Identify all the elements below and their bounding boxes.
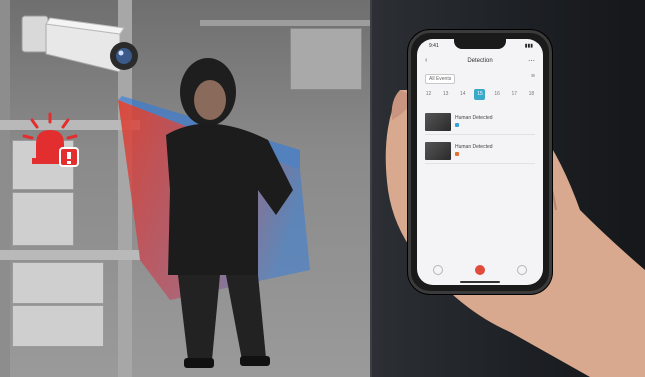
bottom-nav (417, 261, 543, 279)
event-title: Human Detected (455, 144, 493, 150)
event-thumbnail[interactable] (425, 113, 451, 131)
event-row[interactable]: Human Detected (425, 141, 535, 164)
home-indicator (460, 281, 500, 283)
siren-alert-icon (22, 112, 79, 167)
hero-scene: 9:41 ▮▮▮ ‹ Detection ⋯ All Events ≡ 12 1… (0, 0, 645, 377)
date-item[interactable]: 12 (423, 89, 434, 100)
event-thumbnail[interactable] (425, 142, 451, 160)
status-bar: 9:41 ▮▮▮ (417, 39, 543, 53)
date-item[interactable]: 17 (509, 89, 520, 100)
home-nav-icon[interactable] (433, 265, 443, 275)
profile-nav-icon[interactable] (517, 265, 527, 275)
date-strip: 12 13 14 15 16 17 18 (423, 89, 537, 103)
date-item[interactable]: 16 (492, 89, 503, 100)
event-list: Human Detected Human Detected (417, 109, 543, 170)
date-item[interactable]: 14 (457, 89, 468, 100)
date-item[interactable]: 18 (526, 89, 537, 100)
security-camera-icon (21, 15, 138, 73)
date-item[interactable]: 13 (440, 89, 451, 100)
phone-screen: 9:41 ▮▮▮ ‹ Detection ⋯ All Events ≡ 12 1… (417, 39, 543, 285)
event-tag (455, 152, 459, 156)
event-row[interactable]: Human Detected (425, 112, 535, 135)
header-title: Detection (467, 58, 493, 64)
event-tag (455, 123, 459, 127)
filter-menu-icon[interactable]: ≡ (531, 73, 535, 80)
record-nav-icon[interactable] (475, 265, 485, 275)
date-item-selected[interactable]: 15 (474, 89, 486, 100)
smartphone: 9:41 ▮▮▮ ‹ Detection ⋯ All Events ≡ 12 1… (408, 30, 552, 294)
event-title: Human Detected (455, 115, 493, 121)
signal-battery-icon: ▮▮▮ (524, 43, 533, 49)
filter-chip[interactable]: All Events (425, 74, 456, 84)
filter-row: All Events ≡ (425, 73, 535, 84)
intruder-figure (166, 58, 293, 368)
status-time: 9:41 (429, 43, 439, 49)
app-header: ‹ Detection ⋯ (417, 55, 543, 69)
more-icon[interactable]: ⋯ (528, 57, 535, 65)
